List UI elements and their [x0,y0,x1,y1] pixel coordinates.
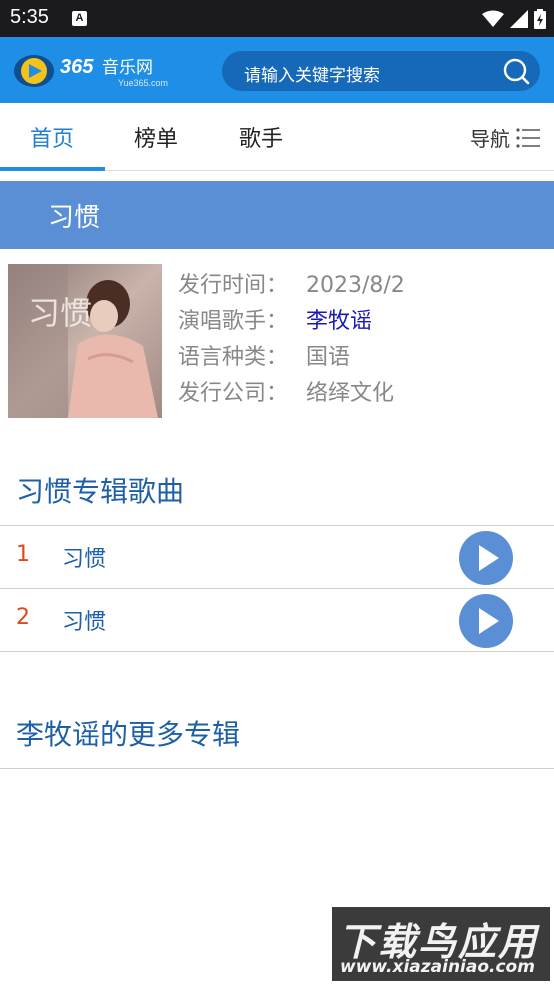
cover-title-text: 习惯 [28,294,92,332]
album-songs-heading: 习惯专辑歌曲 [16,475,185,508]
battery-icon [534,9,546,29]
svg-text:Yue365.com: Yue365.com [118,78,168,88]
song-title[interactable]: 习惯 [62,604,106,636]
info-label: 演唱歌手： [178,309,289,334]
svg-text:音乐网: 音乐网 [102,58,153,78]
nav-label: 导航 [470,127,510,151]
info-row-singer: 演唱歌手： 李牧谣 [178,304,405,340]
more-albums-heading: 李牧谣的更多专辑 [16,718,241,751]
song-title[interactable]: 习惯 [62,541,106,573]
wifi-icon [482,10,504,27]
menu-list-icon [516,127,540,148]
watermark-url: www.xiazainiao.com [340,957,535,977]
song-number: 1 [16,542,30,567]
system-icons [482,8,546,30]
signal-icon [510,10,528,28]
info-label: 语言种类： [178,345,289,370]
tab-singers[interactable]: 歌手 [239,121,283,153]
search-bar[interactable]: 请输入关键字搜索 [222,51,540,91]
status-time: 5:35 [10,6,49,28]
divider [0,768,554,769]
song-row[interactable]: 2 习惯 [0,589,554,651]
status-bar: 5:35 A [0,0,554,37]
divider [0,651,554,652]
nav-menu-button[interactable]: 导航 [470,123,540,152]
info-value: 络绎文化 [306,381,395,406]
main-tabs: 首页 榜单 歌手 导航 [0,103,554,171]
album-info: 发行时间： 2023/8/2 演唱歌手： 李牧谣 语言种类： 国语 发行公司： … [178,268,405,412]
info-row-language: 语言种类： 国语 [178,340,405,376]
search-icon[interactable] [502,57,530,85]
info-row-company: 发行公司： 络绎文化 [178,376,405,412]
info-value: 2023/8/2 [306,273,405,298]
play-icon[interactable] [458,530,514,586]
album-title: 习惯 [48,203,101,233]
play-icon[interactable] [458,593,514,649]
site-logo[interactable]: 365 音乐网 Yue365.com [12,51,182,91]
search-input[interactable]: 请输入关键字搜索 [244,61,380,86]
svg-text:365: 365 [60,56,94,78]
singer-link[interactable]: 李牧谣 [306,304,372,340]
info-value: 国语 [306,345,351,370]
active-tab-indicator [0,167,105,171]
notification-icon: A [72,11,87,26]
info-row-release-date: 发行时间： 2023/8/2 [178,268,405,304]
song-number: 2 [16,605,30,630]
album-cover: 习惯 [8,264,162,418]
song-row[interactable]: 1 习惯 [0,526,554,588]
watermark-logo: 下载鸟应用 www.xiazainiao.com [332,907,550,981]
tab-home[interactable]: 首页 [30,121,74,153]
info-label: 发行公司： [178,381,289,406]
tab-charts[interactable]: 榜单 [134,121,178,153]
album-title-bar: 习惯 [0,181,554,249]
app-header: 365 音乐网 Yue365.com 请输入关键字搜索 [0,37,554,103]
info-label: 发行时间： [178,273,289,298]
